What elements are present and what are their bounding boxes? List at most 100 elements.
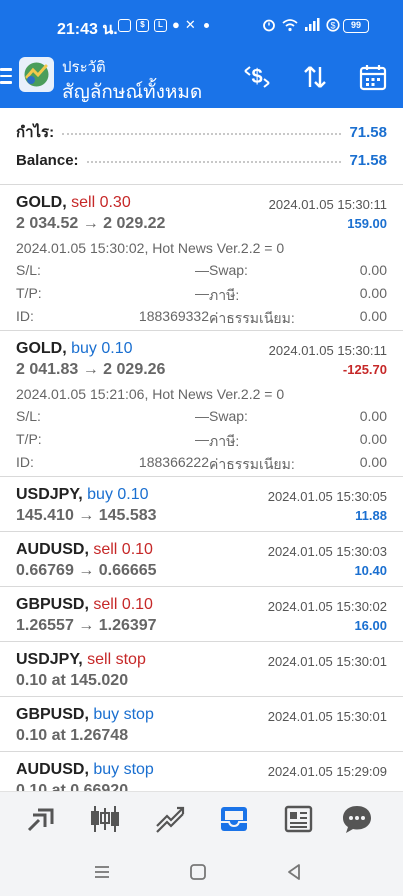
history-summary: กำไร: 71.58 Balance: 71.58 [0, 108, 403, 185]
chart-icon[interactable] [88, 802, 122, 836]
trade-icon[interactable] [153, 802, 187, 836]
deal-symbol: USDJPY, [16, 486, 83, 503]
deal-symbol: GOLD, [16, 340, 67, 357]
data-saver-icon: $ [326, 18, 340, 32]
capcut-notification-icon: ✕ [184, 17, 196, 32]
swap-value: 0.00 [359, 262, 387, 278]
id-value: 188369332 [138, 308, 209, 324]
deal-comment: 2024.01.05 15:30:02, Hot News Ver.2.2 = … [16, 240, 285, 256]
order-symbol-line: GBPUSD, buy stop [16, 706, 154, 724]
recent-apps-icon[interactable] [92, 862, 112, 882]
wifi-icon [282, 19, 298, 32]
order-time: 2024.01.05 15:29:09 [267, 764, 387, 779]
deal-detail-row: S/L: — Swap: 0.00 [16, 262, 387, 280]
sl-label: S/L: [16, 262, 41, 278]
order-type: buy stop [93, 706, 154, 723]
deal-profit: 10.40 [354, 563, 387, 578]
deal-item[interactable]: GBPUSD, sell 0.10 1.26557 → 1.26397 2024… [0, 587, 403, 642]
order-time: 2024.01.05 15:30:01 [267, 654, 387, 669]
header: ประวัติ สัญลักษณ์ทั้งหมด $ [0, 50, 403, 108]
deal-symbol: GOLD, [16, 194, 67, 211]
deal-action: buy 0.10 [87, 486, 149, 503]
order-time: 2024.01.05 15:30:01 [267, 709, 387, 724]
bottom-navigation [0, 791, 403, 847]
chat-icon[interactable] [340, 802, 374, 836]
deal-profit: 159.00 [347, 216, 387, 231]
order-symbol-line: USDJPY, sell stop [16, 651, 146, 669]
order-item[interactable]: AUDUSD, buy stop 0.10 at 0.66920 2024.01… [0, 752, 403, 791]
tp-value: — [195, 431, 209, 447]
id-label: ID: [16, 454, 34, 470]
id-label: ID: [16, 308, 34, 324]
tax-value: 0.00 [359, 285, 387, 301]
deal-prices: 145.410 → 145.583 [16, 507, 157, 524]
deal-time: 2024.01.05 15:30:02 [267, 599, 387, 614]
deal-action: sell 0.10 [93, 596, 153, 613]
deal-time: 2024.01.05 15:30:11 [268, 343, 387, 358]
calendar-icon[interactable] [358, 62, 388, 92]
profit-value: 71.58 [349, 123, 387, 141]
back-icon[interactable] [284, 862, 304, 882]
system-navigation-bar [0, 847, 403, 896]
header-title[interactable]: สัญลักษณ์ทั้งหมด [62, 77, 202, 107]
commission-value: 0.00 [359, 308, 387, 324]
order-volume-price: 0.10 at 145.020 [16, 672, 129, 689]
app-logo [19, 57, 54, 92]
order-symbol-line: AUDUSD, buy stop [16, 761, 154, 779]
deal-prices: 2 041.83 → 2 029.26 [16, 361, 166, 378]
profit-row: กำไร: 71.58 [16, 122, 387, 142]
deal-time: 2024.01.05 15:30:11 [268, 197, 387, 212]
order-volume-price: 0.10 at 1.26748 [16, 727, 129, 744]
order-symbol: USDJPY, [16, 651, 83, 668]
deal-comment: 2024.01.05 15:21:06, Hot News Ver.2.2 = … [16, 386, 285, 402]
commission-value: 0.00 [359, 454, 387, 470]
deal-detail-row: T/P: — ภาษี: 0.00 [16, 431, 387, 449]
deal-prices: 0.66769 → 0.66665 [16, 562, 157, 579]
swap-label: Swap: [209, 408, 248, 424]
deal-symbol-line: GBPUSD, sell 0.10 [16, 596, 153, 614]
deals-list[interactable]: GOLD, sell 0.30 2 034.52 → 2 029.22 2024… [0, 185, 403, 791]
more-notifications-icon [203, 22, 209, 28]
id-value: 188366222 [138, 454, 209, 470]
sl-value: — [195, 408, 209, 424]
deal-symbol-line: AUDUSD, sell 0.10 [16, 541, 153, 559]
balance-row: Balance: 71.58 [16, 150, 387, 170]
header-subtitle: ประวัติ [62, 59, 106, 76]
quotes-icon[interactable] [24, 802, 58, 836]
app-top-bar: 21:43 น. $ L ● ✕ $ 99 ประวัติ สัญลักษณ์ท [0, 0, 403, 108]
deal-time: 2024.01.05 15:30:05 [267, 489, 387, 504]
deal-item[interactable]: GOLD, buy 0.10 2 041.83 → 2 029.26 2024.… [0, 331, 403, 477]
signal-icon [305, 18, 320, 31]
deal-detail-row: ID: 188366222 ค่าธรรมเนียม: 0.00 [16, 454, 387, 472]
status-bar: 21:43 น. $ L ● ✕ $ 99 [0, 0, 403, 50]
tax-label: ภาษี: [209, 433, 240, 449]
sl-value: — [195, 262, 209, 278]
deposit-withdraw-icon[interactable]: $ [242, 62, 272, 92]
deal-profit: 16.00 [354, 618, 387, 633]
status-notification-icons: $ L ● ✕ [118, 18, 209, 32]
deal-item[interactable]: USDJPY, buy 0.10 145.410 → 145.583 2024.… [0, 477, 403, 532]
order-item[interactable]: GBPUSD, buy stop 0.10 at 1.26748 2024.01… [0, 697, 403, 752]
tp-label: T/P: [16, 285, 42, 301]
tax-value: 0.00 [359, 431, 387, 447]
deal-prices: 2 034.52 → 2 029.22 [16, 215, 166, 232]
deal-symbol-line: GOLD, buy 0.10 [16, 340, 133, 358]
deal-symbol-line: GOLD, sell 0.30 [16, 194, 131, 212]
menu-icon[interactable] [0, 68, 12, 84]
order-item[interactable]: USDJPY, sell stop 0.10 at 145.020 2024.0… [0, 642, 403, 697]
deal-item[interactable]: GOLD, sell 0.30 2 034.52 → 2 029.22 2024… [0, 185, 403, 331]
home-icon[interactable] [188, 862, 208, 882]
deal-action: sell 0.30 [71, 194, 131, 211]
commission-label: ค่าธรรมเนียม: [209, 456, 295, 472]
deal-symbol-line: USDJPY, buy 0.10 [16, 486, 149, 504]
dotted-leader [62, 133, 342, 135]
sl-label: S/L: [16, 408, 41, 424]
line-notification-icon: L [154, 18, 167, 32]
sort-icon[interactable] [300, 62, 330, 92]
deal-item[interactable]: AUDUSD, sell 0.10 0.66769 → 0.66665 2024… [0, 532, 403, 587]
news-icon[interactable] [281, 802, 315, 836]
deal-detail-row: T/P: — ภาษี: 0.00 [16, 285, 387, 303]
history-icon[interactable] [217, 802, 251, 836]
order-symbol: GBPUSD, [16, 706, 89, 723]
deal-prices: 1.26557 → 1.26397 [16, 617, 157, 634]
